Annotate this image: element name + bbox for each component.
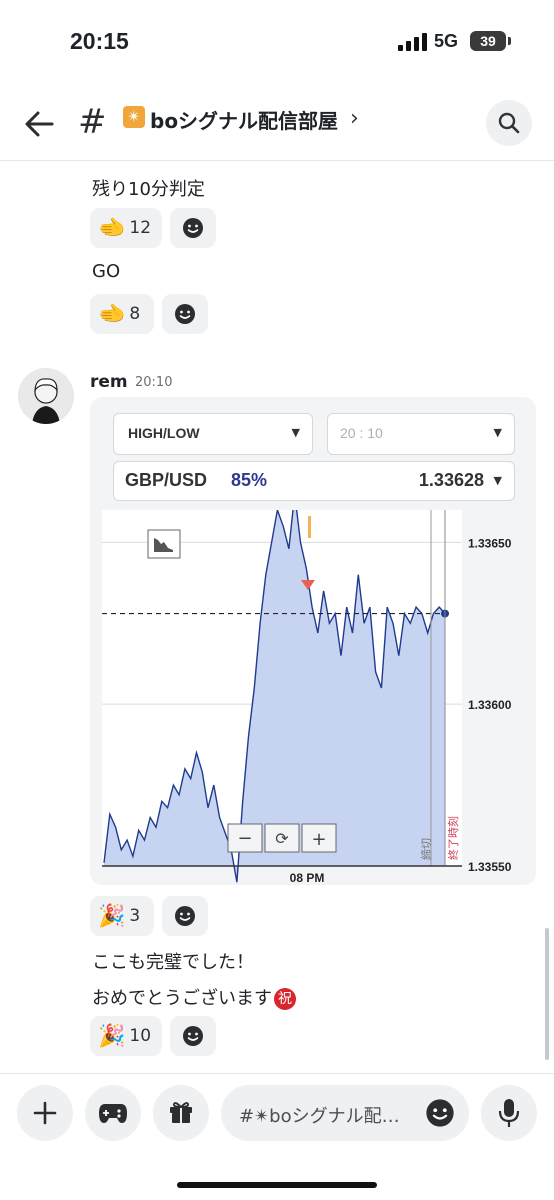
zoom-in-icon: +: [311, 829, 326, 850]
back-arrow-icon[interactable]: [22, 106, 58, 142]
close-label: 締切: [419, 838, 433, 860]
zoom-out-icon: −: [237, 828, 252, 849]
reaction-chip[interactable]: 🎉 10: [90, 1016, 162, 1056]
network-type: 5G: [434, 31, 459, 51]
signal-icon: [398, 33, 427, 51]
search-icon: [498, 112, 520, 134]
emoji-picker-icon[interactable]: [425, 1098, 455, 1128]
smiley-icon: [183, 1026, 203, 1046]
avatar[interactable]: [18, 368, 74, 424]
add-attachment-button[interactable]: [17, 1085, 73, 1141]
message-text: ここも完璧でした！: [92, 952, 254, 973]
reaction-chip[interactable]: 🫲 8: [90, 294, 154, 334]
payout-rate: 85%: [231, 470, 268, 490]
current-rate: 1.33628: [418, 470, 484, 490]
message-timestamp: 20:10: [135, 375, 173, 390]
reaction-count: 8: [129, 304, 141, 324]
caret-down-icon: ▼: [291, 426, 300, 439]
header-divider: [0, 160, 554, 161]
smiley-icon: [183, 218, 203, 238]
trade-type-value: HIGH/LOW: [128, 425, 200, 441]
x-tick-label: 08 PM: [290, 871, 325, 885]
celebration-emoji-icon: 祝: [274, 988, 296, 1010]
caret-down-icon: ▼: [493, 426, 502, 439]
home-indicator: [177, 1182, 377, 1188]
microphone-icon: [498, 1099, 520, 1127]
message-text: おめでとうございます祝: [92, 984, 296, 1010]
gift-icon: [170, 1102, 192, 1123]
plus-icon: [33, 1101, 57, 1125]
scrollbar[interactable]: [545, 928, 549, 1060]
add-reaction-button[interactable]: [162, 896, 208, 936]
price-chart[interactable]: 締切 終了時刻 − ⟳ + 08 PM 1.33650 1.33600 1.3355…: [100, 510, 528, 886]
gift-button[interactable]: [153, 1085, 209, 1141]
status-time: 20:15: [70, 28, 129, 54]
reaction-chip[interactable]: 🫲 12: [90, 208, 162, 248]
expiry-select[interactable]: 20 : 10 ▼: [327, 413, 515, 455]
message-text: 残り10分判定: [92, 179, 205, 200]
pair-name: GBP/USD: [125, 470, 208, 490]
add-reaction-button[interactable]: [170, 1016, 216, 1056]
expiry-value: 20 : 10: [340, 425, 383, 441]
message-text-line: おめでとうございます: [92, 988, 272, 1009]
message-input[interactable]: #✴boシグナル配…: [221, 1085, 469, 1141]
party-popper-icon: 🎉: [98, 1023, 126, 1049]
voice-message-button[interactable]: [481, 1085, 537, 1141]
add-reaction-button[interactable]: [162, 294, 208, 334]
reset-icon: ⟳: [275, 829, 289, 848]
end-time-label: 終了時刻: [446, 816, 460, 860]
battery-icon: 39: [470, 31, 506, 51]
reaction-count: 12: [129, 218, 152, 238]
channel-hash-icon: #: [78, 102, 107, 142]
search-button[interactable]: [486, 100, 532, 146]
avatar-illustration: [18, 368, 74, 424]
gamepad-icon: [99, 1104, 127, 1123]
chevron-right-icon[interactable]: ›: [350, 106, 359, 131]
message-input-placeholder: #✴boシグナル配…: [239, 1106, 400, 1127]
hand-emoji-icon: 🫲: [98, 215, 126, 241]
activities-button[interactable]: [85, 1085, 141, 1141]
reaction-count: 3: [129, 906, 141, 926]
hand-emoji-icon: 🫲: [98, 301, 126, 327]
add-reaction-button[interactable]: [170, 208, 216, 248]
y-tick-label: 1.33650: [468, 536, 512, 550]
battery-tip: [508, 37, 511, 45]
entry-marker-bar: [308, 516, 311, 538]
composer-divider: [0, 1073, 554, 1074]
author-name[interactable]: rem: [90, 372, 128, 392]
currency-pair-select[interactable]: GBP/USD 85% 1.33628 ▼: [113, 461, 515, 501]
y-tick-label: 1.33550: [468, 860, 512, 874]
y-tick-label: 1.33600: [468, 698, 512, 712]
trade-type-select[interactable]: HIGH/LOW ▼: [113, 413, 313, 455]
reaction-chip[interactable]: 🎉 3: [90, 896, 154, 936]
burst-emoji-icon: ✴: [123, 106, 145, 128]
channel-title[interactable]: boシグナル配信部屋: [150, 105, 338, 134]
caret-down-icon: ▼: [493, 474, 502, 487]
message-text: GO: [92, 261, 121, 282]
smiley-icon: [175, 304, 195, 324]
smiley-icon: [175, 906, 195, 926]
party-popper-icon: 🎉: [98, 903, 126, 929]
reaction-count: 10: [129, 1026, 152, 1046]
